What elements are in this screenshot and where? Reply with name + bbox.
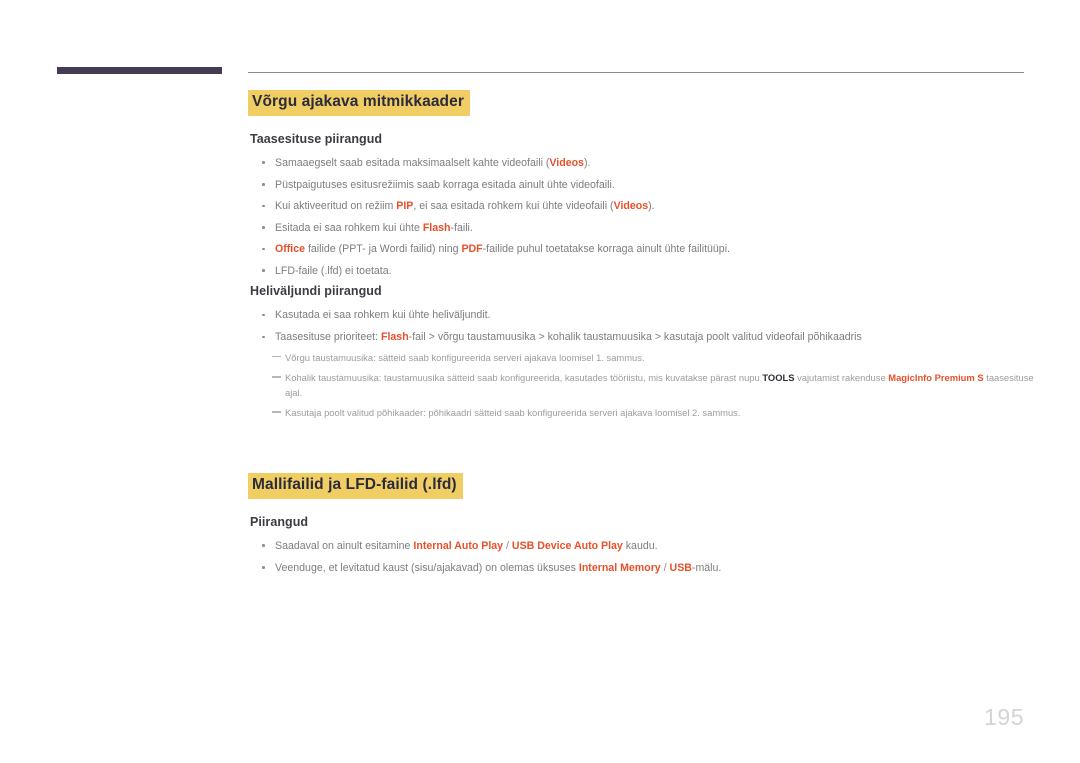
text-run: -mälu.: [691, 561, 722, 574]
bullet-dot-icon: [262, 335, 265, 339]
keyword-separator: /: [660, 561, 670, 574]
bullet-item: LFD-faile (.lfd) ei toetata.: [248, 263, 1038, 279]
page-content: Võrgu ajakava mitmikkaader Taasesituse pi…: [248, 90, 1038, 581]
text-run: Võrgu taustamuusika: sätteid saab konfig…: [285, 351, 645, 363]
dash-bullet-icon: [272, 355, 281, 358]
text-run: Taasesituse prioriteet:: [275, 331, 381, 344]
bullet-dot-icon: [262, 313, 265, 317]
subsection-heading: Heliväljundi piirangud: [250, 284, 382, 299]
text-run: ).: [583, 156, 591, 169]
bullet-item: Veenduge, et levitatud kaust (sisu/ajaka…: [248, 560, 1038, 576]
bullet-dot-icon: [262, 161, 265, 164]
bullet-dot-icon: [262, 269, 265, 272]
bullet-item: Kui aktiveeritud on režiim PIP, ei saa e…: [248, 198, 1038, 214]
keyword-term: USB Device Auto Play: [511, 539, 623, 552]
keyword-term: Flash: [422, 221, 451, 234]
bullet-item: Esitada ei saa rohkem kui ühte Flash-fai…: [248, 220, 1038, 236]
dash-note-item: Võrgu taustamuusika: sätteid saab konfig…: [248, 351, 1038, 366]
text-run: -faili.: [450, 221, 473, 234]
text-run: failide (PPT- ja Wordi failid) ning: [305, 243, 462, 256]
text-run: Samaaegselt saab esitada maksimaalselt k…: [275, 156, 550, 169]
page-number: 195: [984, 704, 1024, 730]
text-run: -fail > võrgu taustamuusika > kohalik ta…: [408, 331, 862, 344]
bullet-dot-icon: [262, 226, 265, 229]
text-run: Kasutaja poolt valitud põhikaader: põhik…: [285, 407, 741, 419]
bullet-dot-icon: [262, 566, 265, 569]
keyword-term: PDF: [461, 243, 483, 256]
text-run: Saadaval on ainult esitamine: [275, 539, 414, 552]
header-accent-bar: [57, 67, 222, 74]
text-run: , ei saa esitada rohkem kui ühte videofa…: [413, 200, 614, 213]
bullet-list: Kasutada ei saa rohkem kui ühte helivälj…: [248, 307, 1038, 345]
text-run: Kasutada ei saa rohkem kui ühte helivälj…: [275, 309, 491, 322]
dash-bullet-icon: [272, 376, 281, 378]
keyword-separator: /: [503, 539, 512, 552]
bullet-dot-icon: [262, 204, 265, 208]
section-heading-wrapper: Mallifailid ja LFD-failid (.lfd): [248, 472, 1038, 499]
bullet-item: Saadaval on ainult esitamine Internal Au…: [248, 538, 1038, 554]
dash-note-item: Kasutaja poolt valitud põhikaader: põhik…: [248, 406, 1038, 421]
bullet-dot-icon: [262, 183, 265, 186]
bullet-list: Samaaegselt saab esitada maksimaalselt k…: [248, 155, 1038, 279]
keyword-term: PIP: [396, 200, 414, 213]
bullet-dot-icon: [262, 247, 265, 251]
keyword-term: Flash: [381, 331, 409, 344]
subsection-heading: Piirangud: [250, 514, 309, 529]
bullet-item: Samaaegselt saab esitada maksimaalselt k…: [248, 155, 1038, 171]
subsection-heading: Taasesituse piirangud: [250, 131, 383, 146]
text-run: Esitada ei saa rohkem kui ühte: [275, 221, 423, 234]
text-run: kaudu.: [622, 539, 658, 552]
text-run: ).: [648, 200, 655, 213]
keyword-term: USB: [669, 561, 692, 574]
keyword-term: Office: [275, 243, 306, 256]
keyword-term: Internal Auto Play: [413, 539, 504, 552]
dash-note-item: Kohalik taustamuusika: taustamuusika sät…: [248, 371, 1038, 400]
bullet-item: Taasesituse prioriteet: Flash-fail > võr…: [248, 329, 1038, 345]
keyword-term: Videos: [549, 156, 584, 169]
text-run: Veenduge, et levitatud kaust (sisu/ajaka…: [275, 561, 579, 574]
keyword-term-dark: TOOLS: [762, 372, 795, 384]
section-heading: Mallifailid ja LFD-failid (.lfd): [248, 472, 463, 499]
bullet-item: Kasutada ei saa rohkem kui ühte helivälj…: [248, 307, 1038, 323]
text-run: vajutamist rakenduse: [794, 372, 889, 384]
text-run: Püstpaigutuses esitusrežiimis saab korra…: [275, 178, 615, 191]
text-run: LFD-faile (.lfd) ei toetata.: [275, 264, 392, 277]
bullet-list: Saadaval on ainult esitamine Internal Au…: [248, 538, 1038, 576]
text-run: -failide puhul toetatakse korraga ainult…: [482, 243, 730, 256]
keyword-term: MagicInfo Premium S: [888, 372, 984, 384]
dash-note-list: Võrgu taustamuusika: sätteid saab konfig…: [248, 351, 1038, 421]
section-heading: Võrgu ajakava mitmikkaader: [248, 90, 470, 116]
bullet-item: Office failide (PPT- ja Wordi failid) ni…: [248, 241, 1038, 257]
bullet-item: Püstpaigutuses esitusrežiimis saab korra…: [248, 177, 1038, 193]
keyword-term: Internal Memory: [578, 561, 661, 574]
sections-container: Võrgu ajakava mitmikkaader Taasesituse pi…: [248, 90, 1038, 576]
section-heading-wrapper: Võrgu ajakava mitmikkaader: [248, 90, 1038, 116]
header-divider-rule: [248, 72, 1024, 73]
dash-bullet-icon: [272, 411, 281, 413]
text-run: Kui aktiveeritud on režiim: [275, 200, 397, 213]
bullet-dot-icon: [262, 544, 265, 547]
text-run: Kohalik taustamuusika: taustamuusika sät…: [285, 372, 763, 384]
keyword-term: Videos: [613, 200, 649, 213]
page-header: [0, 0, 1080, 90]
